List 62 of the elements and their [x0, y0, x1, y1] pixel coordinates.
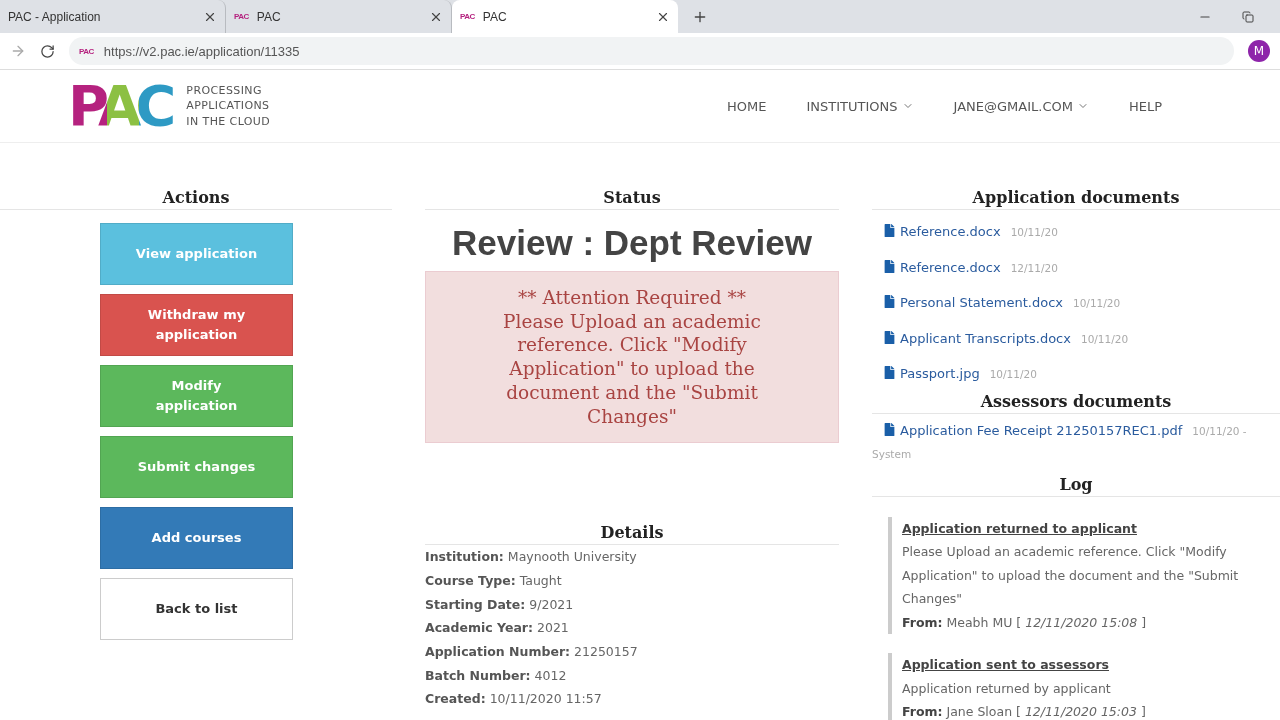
- document-date: 10/11/20 -: [1192, 424, 1247, 437]
- address-bar[interactable]: PAC https://v2.pac.ie/application/11335: [69, 37, 1234, 65]
- document-date: 10/11/20: [1010, 226, 1058, 238]
- log-sender: From: Jane Sloan [ 12/11/2020 15:03 ]: [902, 703, 1147, 720]
- section-heading: Actions: [0, 188, 392, 210]
- document-link[interactable]: Reference.docx: [900, 259, 1001, 275]
- document-link[interactable]: Personal Statement.docx: [900, 295, 1063, 311]
- log-message: Please Upload an academic reference. Click "Modify Application" to upload the document and the "Submit Changes": [902, 543, 1240, 609]
- logo-tagline: PROCESSING APPLICATIONS IN THE CLOUD: [186, 82, 271, 130]
- url-text: https://v2.pac.ie/application/11335: [103, 43, 300, 59]
- nav-link[interactable]: INSTITUTIONS: [806, 98, 914, 114]
- detail-row-text: Starting Date: 9/2021: [425, 595, 575, 614]
- detail-row-text: Course Type: Taught: [425, 571, 563, 590]
- document-uploader: System: [872, 446, 913, 461]
- alert-message: Please Upload an academic reference. Click "Modify Application" to upload the document and the "Submit Changes": [502, 309, 762, 429]
- action-button[interactable]: Back to list: [100, 578, 293, 640]
- browser-tab[interactable]: PAC - Application: [0, 0, 226, 33]
- document-link[interactable]: Passport.jpg: [900, 366, 980, 382]
- section-heading: Status: [425, 188, 839, 210]
- tab-title: PAC - Application: [8, 9, 102, 24]
- section-heading: Application documents: [872, 188, 1280, 210]
- favicon-icon: PAC: [234, 12, 249, 21]
- document-icon: [884, 224, 895, 237]
- document-link[interactable]: Application Fee Receipt 21250157REC1.pdf: [900, 422, 1183, 438]
- status-title: Review : Dept Review: [451, 223, 813, 263]
- document-icon: [884, 330, 895, 344]
- document-date: 10/11/20: [1080, 332, 1129, 345]
- restore-icon[interactable]: [1242, 9, 1254, 24]
- tab-title: PAC: [482, 9, 508, 24]
- detail-row-text: Academic Year: 2021: [425, 619, 570, 638]
- log-message: Application returned by applicant: [902, 679, 1112, 698]
- section-heading: Details: [425, 523, 839, 546]
- browser-tab[interactable]: PAC PAC: [452, 0, 678, 33]
- detail-row-text: Application Number: 21250157: [425, 643, 639, 662]
- detail-row-text: Institution: Maynooth University: [425, 548, 638, 567]
- log-sender: From: Meabh MU [ 12/11/2020 15:08 ]: [902, 613, 1148, 632]
- document-icon: [884, 295, 895, 309]
- document-icon: [884, 366, 895, 380]
- nav-link[interactable]: HELP: [1128, 98, 1162, 114]
- detail-row-text: Batch Number: 4012: [425, 666, 568, 685]
- document-icon: [884, 259, 895, 273]
- document-date: 10/11/20: [1073, 297, 1121, 310]
- profile-avatar[interactable]: M: [1248, 40, 1270, 62]
- section-heading: Assessors documents: [872, 391, 1280, 414]
- section-heading: Log: [872, 474, 1280, 497]
- favicon-icon: PAC: [460, 12, 475, 21]
- document-icon: [884, 422, 895, 436]
- reload-icon[interactable]: [40, 43, 55, 59]
- tab-title: PAC: [256, 9, 282, 24]
- action-button[interactable]: Add courses: [100, 507, 293, 569]
- document-link[interactable]: Applicant Transcripts.docx: [900, 330, 1071, 346]
- alert-heading: ** Attention Required **: [517, 286, 747, 310]
- detail-row-text: Created: 10/11/2020 11:57: [425, 690, 603, 709]
- favicon-icon: PAC: [79, 46, 94, 56]
- document-date: 10/11/20: [989, 368, 1037, 381]
- document-date: 12/11/20: [1010, 261, 1058, 274]
- nav-link[interactable]: HOME: [727, 98, 767, 114]
- action-button[interactable]: Withdraw my application: [100, 294, 293, 356]
- log-title[interactable]: Application sent to assessors: [902, 653, 1280, 677]
- nav-link[interactable]: JANE@GMAIL.COM: [953, 98, 1089, 114]
- log-title[interactable]: Application returned to applicant: [902, 516, 1280, 541]
- document-link[interactable]: Reference.docx: [900, 224, 1001, 239]
